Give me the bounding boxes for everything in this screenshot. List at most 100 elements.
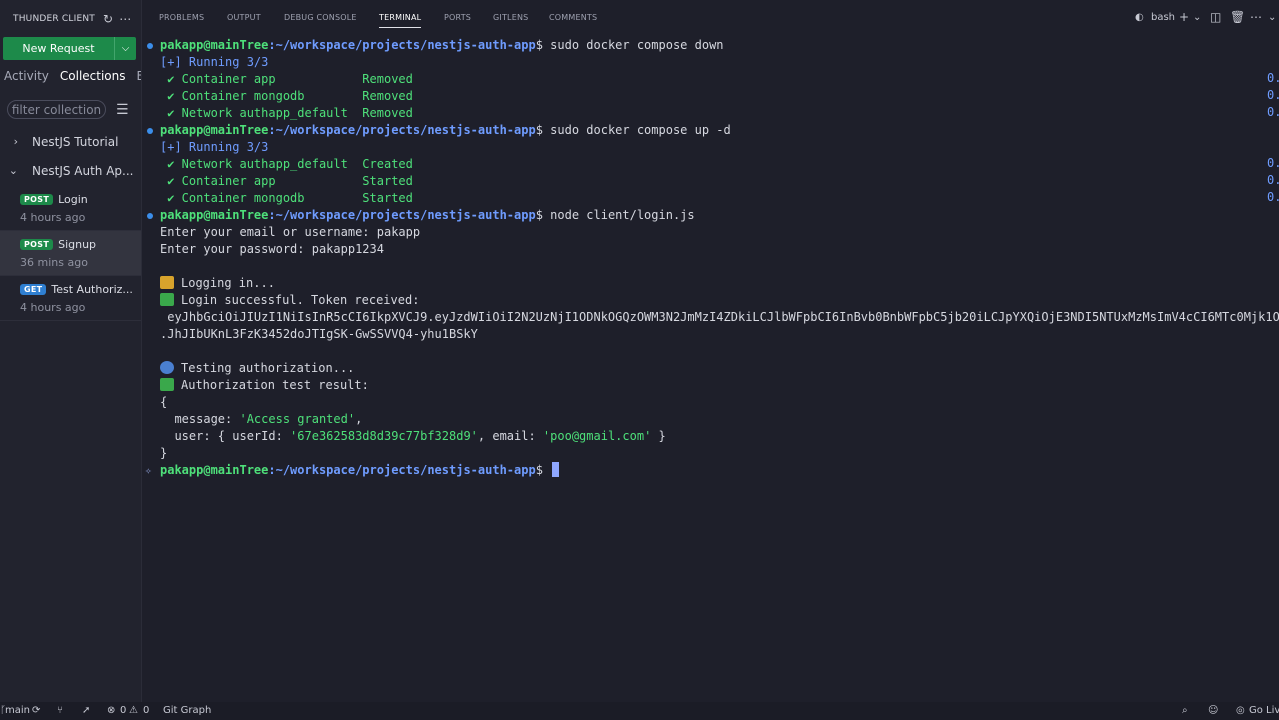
chevron-down-icon: ⌄ [8,164,18,177]
menu-icon[interactable]: ☰ [116,102,129,118]
tab-activity[interactable]: Activity [4,69,49,83]
elapsed-time: 0. [1267,105,1279,119]
error-count[interactable]: 0 [120,705,126,716]
terminal-line: ✔ Network authapp_default Created [145,156,1279,173]
refresh-icon[interactable]: ↻ [103,12,113,26]
request-item-login[interactable]: POST Login 4 hours ago [0,186,141,231]
request-time: 4 hours ago [20,211,86,224]
compose-item: ✔ Network authapp_default [160,106,363,120]
object-key: user: { userId: [160,429,291,443]
zoom-icon[interactable]: ⌕ [1182,705,1188,716]
copilot-icon[interactable]: ☺ [1208,705,1218,716]
log-text: Testing authorization... [181,361,355,375]
command-decoration-icon [147,128,153,134]
request-time: 36 mins ago [20,256,88,269]
terminal-prompt-line[interactable]: ✧ pakapp@mainTree:~/workspace/projects/ne… [145,462,1279,479]
tab-problems[interactable]: PROBLEMS [159,13,204,22]
thunder-client-sidebar: THUNDER CLIENT ↻ ⋯ New Request ⌵ Activit… [0,0,142,702]
error-icon[interactable]: ⊗ [107,705,115,716]
filter-row: ☰ [7,100,137,119]
broadcast-icon[interactable]: ◎ [1236,705,1245,716]
request-item-test-authorization[interactable]: GET Test Authoriz... 4 hours ago [0,276,141,321]
terminal-shell-icon: ◐ [1135,12,1144,23]
tab-ports[interactable]: PORTS [444,13,471,22]
prompt-user: pakapp@mainTree [160,463,269,477]
chevron-down-icon[interactable]: ⌵ [115,43,136,54]
warning-icon[interactable]: ⚠ [129,705,138,716]
status-bar: ᚴ main ⟳ ⑂ ➚ ⊗ 0 ⚠ 0 Git Graph ⌕ ☺ ◎ Go … [0,702,1279,720]
rocket-icon[interactable]: ➚ [82,705,90,716]
compose-status: Removed [362,89,413,103]
terminal-line: Logging in... [145,275,1279,292]
terminal-line: } [160,446,168,460]
chevron-down-icon[interactable]: ⌄ [1193,12,1201,23]
more-actions-icon[interactable]: ⋯ [1250,10,1262,24]
git-icon[interactable]: ⑂ [57,705,63,716]
sync-icon[interactable]: ⟳ [32,705,40,716]
filter-collection-input[interactable] [7,100,106,119]
compose-status: Started [362,191,413,205]
method-badge: GET [20,284,47,295]
terminal-line: ✔ Container mongodb Started [145,190,1279,207]
tab-env[interactable]: En [137,69,142,83]
compose-status: Created [362,157,413,171]
elapsed-time: 0. [1267,190,1279,204]
object-value: 'Access granted' [239,412,356,426]
punctuation: , [355,412,363,426]
tab-debug-console[interactable]: DEBUG CONSOLE [284,13,357,22]
terminal-line: ✔ Container app Removed [145,71,1279,88]
go-live-button[interactable]: Go Live [1249,705,1279,716]
compose-item: ✔ Container app [160,174,363,188]
prompt-suffix: $ [535,123,551,137]
branch-name[interactable]: main [5,705,30,716]
terminal-shell-label[interactable]: bash [1151,12,1175,23]
more-actions-icon[interactable]: ⋯ [119,12,131,26]
object-value: 'poo@gmail.com' [542,429,652,443]
terminal-line: pakapp@mainTree:~/workspace/projects/nes… [145,37,1279,54]
chevron-down-icon[interactable]: ⌄ [1268,12,1276,23]
request-time: 4 hours ago [20,301,86,314]
prompt-suffix: $ [535,463,551,477]
sidebar-header: THUNDER CLIENT ↻ ⋯ [0,0,141,37]
elapsed-time: 0. [1267,71,1279,85]
tab-terminal[interactable]: TERMINAL [379,13,422,28]
method-badge: POST [20,239,54,250]
new-terminal-icon[interactable]: + [1179,10,1189,24]
request-name: Signup [58,238,97,251]
terminal-output[interactable]: pakapp@mainTree:~/workspace/projects/nes… [145,37,1279,697]
git-graph-button[interactable]: Git Graph [163,705,211,716]
terminal-line: pakapp@mainTree:~/workspace/projects/nes… [145,122,1279,139]
split-terminal-icon[interactable]: ◫ [1210,10,1221,24]
tab-output[interactable]: OUTPUT [227,13,261,22]
prompt-user: pakapp@mainTree [160,38,269,52]
compose-status: Started [362,174,413,188]
new-request-button[interactable]: New Request ⌵ [3,37,136,60]
terminal-line: [+] Running 3/3 [160,140,269,154]
terminal-line: Enter your password: pakapp1234 [160,242,384,256]
terminal-line: ✔ Container app Started [145,173,1279,190]
collection-nestjs-tutorial[interactable]: › NestJS Tutorial [0,133,141,150]
collection-nestjs-auth-app[interactable]: ⌄ NestJS Auth Ap... [0,162,141,179]
request-name: Login [58,193,88,206]
trash-icon[interactable]: 🗑 [1230,10,1245,24]
method-badge: POST [20,194,54,205]
terminal-cursor [552,462,560,477]
tab-collections[interactable]: Collections [60,69,126,83]
tab-gitlens[interactable]: GITLENS [493,13,528,22]
elapsed-time: 0. [1267,88,1279,102]
terminal-line: Enter your email or username: pakapp [160,225,421,239]
log-text: Logging in... [181,276,275,290]
collection-label: NestJS Tutorial [32,134,119,149]
terminal-line: pakapp@mainTree:~/workspace/projects/nes… [145,207,1279,224]
warning-count[interactable]: 0 [143,705,149,716]
request-item-signup[interactable]: POST Signup 36 mins ago [0,231,141,276]
chevron-right-icon: › [13,135,18,148]
prompt-suffix: $ [535,208,551,222]
command-decoration-icon [147,43,153,49]
check-icon [160,293,174,306]
tab-comments[interactable]: COMMENTS [549,13,597,22]
prompt-path: :~/workspace/projects/nestjs-auth-app [268,463,536,477]
compose-status: Removed [362,72,413,86]
